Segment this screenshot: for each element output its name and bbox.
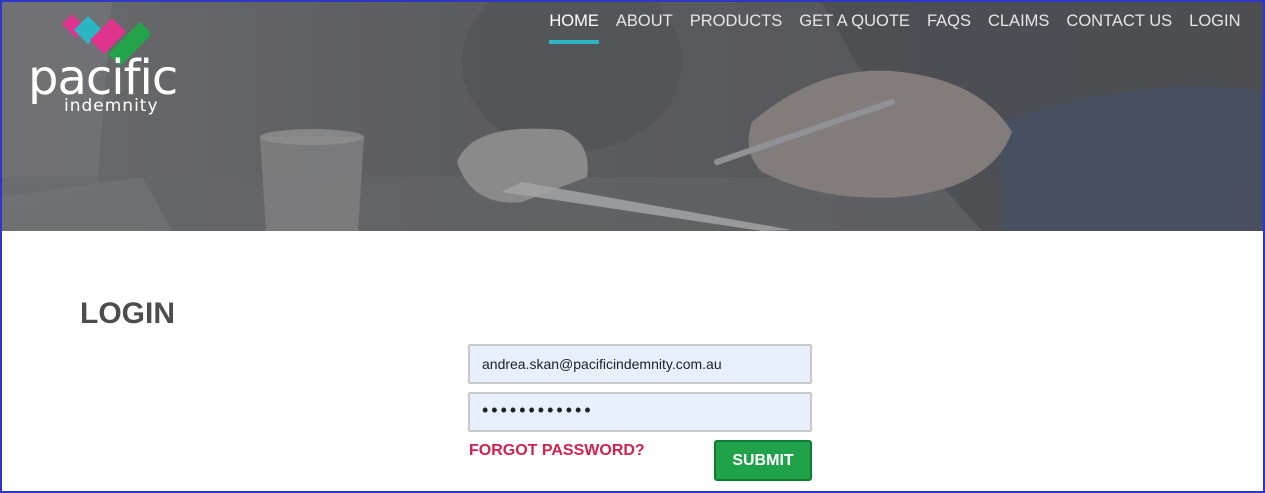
nav-products[interactable]: PRODUCTS [681, 12, 791, 44]
nav-claims[interactable]: CLAIMS [979, 12, 1057, 44]
password-mask: •••••••••••• [482, 400, 594, 420]
nav-login[interactable]: LOGIN [1181, 12, 1249, 44]
forgot-password-link[interactable]: FORGOT PASSWORD? [469, 442, 645, 460]
nav-faqs[interactable]: FAQS [918, 12, 979, 44]
nav-about[interactable]: ABOUT [607, 12, 681, 44]
page-frame: pacific indemnity HOME ABOUT PRODUCTS GE… [0, 0, 1265, 493]
logo[interactable]: pacific indemnity [26, 10, 206, 125]
main-nav: HOME ABOUT PRODUCTS GET A QUOTE FAQS CLA… [541, 12, 1249, 44]
logo-subtitle: indemnity [64, 96, 159, 116]
nav-get-a-quote[interactable]: GET A QUOTE [791, 12, 919, 44]
page-title: LOGIN [80, 297, 175, 330]
logo-wordmark: pacific [28, 50, 178, 106]
hero-banner: pacific indemnity HOME ABOUT PRODUCTS GE… [2, 2, 1263, 231]
email-field[interactable] [468, 344, 812, 384]
nav-home[interactable]: HOME [541, 12, 608, 44]
submit-button[interactable]: SUBMIT [714, 440, 812, 481]
nav-contact-us[interactable]: CONTACT US [1058, 12, 1181, 44]
